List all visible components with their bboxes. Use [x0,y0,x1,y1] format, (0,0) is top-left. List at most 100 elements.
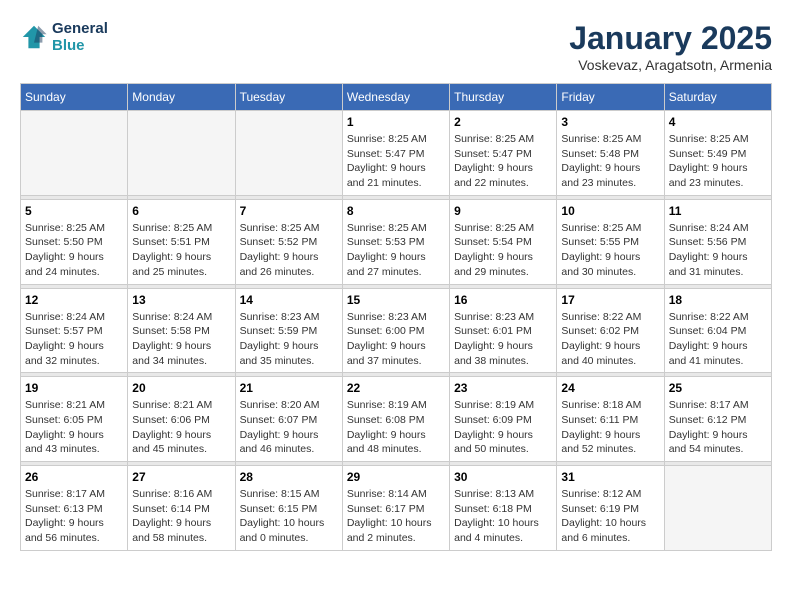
day-info: Sunrise: 8:20 AM Sunset: 6:07 PM Dayligh… [240,398,338,457]
day-number: 13 [132,293,230,307]
day-number: 16 [454,293,552,307]
calendar-day-cell: 21 Sunrise: 8:20 AM Sunset: 6:07 PM Dayli… [235,377,342,462]
day-info: Sunrise: 8:22 AM Sunset: 6:02 PM Dayligh… [561,310,659,369]
day-info: Sunrise: 8:21 AM Sunset: 6:06 PM Dayligh… [132,398,230,457]
day-number: 24 [561,381,659,395]
day-info: Sunrise: 8:24 AM Sunset: 5:56 PM Dayligh… [669,221,767,280]
day-number: 12 [25,293,123,307]
day-info: Sunrise: 8:22 AM Sunset: 6:04 PM Dayligh… [669,310,767,369]
calendar-day-cell: 18Sunrise: 8:22 AM Sunset: 6:04 PM Dayli… [664,288,771,373]
day-info: Sunrise: 8:25 AM Sunset: 5:47 PM Dayligh… [454,132,552,191]
page-header: General Blue January 2025 Voskevaz, Arag… [20,20,772,73]
calendar-day-cell: 9Sunrise: 8:25 AM Sunset: 5:54 PM Daylig… [450,199,557,284]
day-number: 7 [240,204,338,218]
day-number: 30 [454,470,552,484]
day-info: Sunrise: 8:25 AM Sunset: 5:53 PM Dayligh… [347,221,445,280]
calendar-day-cell: 22 Sunrise: 8:19 AM Sunset: 6:08 PM Dayli… [342,377,449,462]
calendar-day-cell: 13 Sunrise: 8:24 AM Sunset: 5:58 PM Dayli… [128,288,235,373]
calendar-day-cell [21,111,128,196]
day-info: Sunrise: 8:15 AM Sunset: 6:15 PM Dayligh… [240,487,338,546]
day-number: 20 [132,381,230,395]
calendar-day-cell [128,111,235,196]
day-info: Sunrise: 8:25 AM Sunset: 5:51 PM Dayligh… [132,221,230,280]
day-info: Sunrise: 8:23 AM Sunset: 5:59 PM Dayligh… [240,310,338,369]
day-info: Sunrise: 8:25 AM Sunset: 5:48 PM Dayligh… [561,132,659,191]
day-number: 8 [347,204,445,218]
day-number: 31 [561,470,659,484]
day-info: Sunrise: 8:23 AM Sunset: 6:01 PM Dayligh… [454,310,552,369]
calendar-week-row: 19 Sunrise: 8:21 AM Sunset: 6:05 PM Dayli… [21,377,772,462]
weekday-header: Tuesday [235,84,342,111]
calendar-week-row: 12 Sunrise: 8:24 AM Sunset: 5:57 PM Dayli… [21,288,772,373]
calendar-day-cell [664,466,771,551]
day-info: Sunrise: 8:24 AM Sunset: 5:57 PM Dayligh… [25,310,123,369]
day-info: Sunrise: 8:18 AM Sunset: 6:11 PM Dayligh… [561,398,659,457]
day-info: Sunrise: 8:25 AM Sunset: 5:47 PM Dayligh… [347,132,445,191]
day-number: 22 [347,381,445,395]
calendar-day-cell: 28Sunrise: 8:15 AM Sunset: 6:15 PM Dayli… [235,466,342,551]
calendar-day-cell: 12 Sunrise: 8:24 AM Sunset: 5:57 PM Dayli… [21,288,128,373]
weekday-header: Thursday [450,84,557,111]
calendar-header-row: SundayMondayTuesdayWednesdayThursdayFrid… [21,84,772,111]
calendar-day-cell: 31 Sunrise: 8:12 AM Sunset: 6:19 PM Dayli… [557,466,664,551]
logo-icon [20,23,48,51]
day-number: 1 [347,115,445,129]
logo-text-line2: Blue [52,37,108,54]
calendar-day-cell: 1 Sunrise: 8:25 AM Sunset: 5:47 PM Daylig… [342,111,449,196]
calendar-day-cell: 30 Sunrise: 8:13 AM Sunset: 6:18 PM Dayli… [450,466,557,551]
day-info: Sunrise: 8:17 AM Sunset: 6:12 PM Dayligh… [669,398,767,457]
logo: General Blue [20,20,108,55]
day-info: Sunrise: 8:25 AM Sunset: 5:52 PM Dayligh… [240,221,338,280]
calendar-day-cell: 29Sunrise: 8:14 AM Sunset: 6:17 PM Dayli… [342,466,449,551]
day-number: 29 [347,470,445,484]
calendar-week-row: 5 Sunrise: 8:25 AM Sunset: 5:50 PM Daylig… [21,199,772,284]
day-number: 11 [669,204,767,218]
day-number: 4 [669,115,767,129]
calendar-day-cell: 25 Sunrise: 8:17 AM Sunset: 6:12 PM Dayli… [664,377,771,462]
calendar-day-cell: 16 Sunrise: 8:23 AM Sunset: 6:01 PM Dayli… [450,288,557,373]
day-number: 6 [132,204,230,218]
day-info: Sunrise: 8:24 AM Sunset: 5:58 PM Dayligh… [132,310,230,369]
title-block: January 2025 Voskevaz, Aragatsotn, Armen… [569,20,772,73]
day-number: 10 [561,204,659,218]
day-number: 9 [454,204,552,218]
calendar-table: SundayMondayTuesdayWednesdayThursdayFrid… [20,83,772,551]
calendar-day-cell: 10 Sunrise: 8:25 AM Sunset: 5:55 PM Dayli… [557,199,664,284]
day-number: 27 [132,470,230,484]
calendar-day-cell: 19 Sunrise: 8:21 AM Sunset: 6:05 PM Dayli… [21,377,128,462]
day-number: 5 [25,204,123,218]
day-number: 15 [347,293,445,307]
day-number: 23 [454,381,552,395]
calendar-day-cell: 7 Sunrise: 8:25 AM Sunset: 5:52 PM Daylig… [235,199,342,284]
calendar-day-cell: 23Sunrise: 8:19 AM Sunset: 6:09 PM Dayli… [450,377,557,462]
weekday-header: Monday [128,84,235,111]
day-number: 21 [240,381,338,395]
calendar-day-cell: 27 Sunrise: 8:16 AM Sunset: 6:14 PM Dayli… [128,466,235,551]
location: Voskevaz, Aragatsotn, Armenia [569,57,772,73]
day-info: Sunrise: 8:25 AM Sunset: 5:55 PM Dayligh… [561,221,659,280]
calendar-week-row: 1 Sunrise: 8:25 AM Sunset: 5:47 PM Daylig… [21,111,772,196]
day-info: Sunrise: 8:16 AM Sunset: 6:14 PM Dayligh… [132,487,230,546]
calendar-day-cell: 8 Sunrise: 8:25 AM Sunset: 5:53 PM Daylig… [342,199,449,284]
day-number: 2 [454,115,552,129]
calendar-day-cell: 2 Sunrise: 8:25 AM Sunset: 5:47 PM Daylig… [450,111,557,196]
day-info: Sunrise: 8:13 AM Sunset: 6:18 PM Dayligh… [454,487,552,546]
weekday-header: Saturday [664,84,771,111]
day-info: Sunrise: 8:21 AM Sunset: 6:05 PM Dayligh… [25,398,123,457]
day-info: Sunrise: 8:25 AM Sunset: 5:50 PM Dayligh… [25,221,123,280]
calendar-day-cell: 11 Sunrise: 8:24 AM Sunset: 5:56 PM Dayli… [664,199,771,284]
day-number: 14 [240,293,338,307]
weekday-header: Sunday [21,84,128,111]
day-number: 3 [561,115,659,129]
calendar-day-cell: 3 Sunrise: 8:25 AM Sunset: 5:48 PM Daylig… [557,111,664,196]
calendar-day-cell: 15Sunrise: 8:23 AM Sunset: 6:00 PM Dayli… [342,288,449,373]
day-number: 26 [25,470,123,484]
logo-text-line1: General [52,20,108,37]
day-number: 25 [669,381,767,395]
day-number: 19 [25,381,123,395]
day-info: Sunrise: 8:19 AM Sunset: 6:08 PM Dayligh… [347,398,445,457]
weekday-header: Friday [557,84,664,111]
day-info: Sunrise: 8:12 AM Sunset: 6:19 PM Dayligh… [561,487,659,546]
month-title: January 2025 [569,20,772,57]
calendar-day-cell: 20 Sunrise: 8:21 AM Sunset: 6:06 PM Dayli… [128,377,235,462]
